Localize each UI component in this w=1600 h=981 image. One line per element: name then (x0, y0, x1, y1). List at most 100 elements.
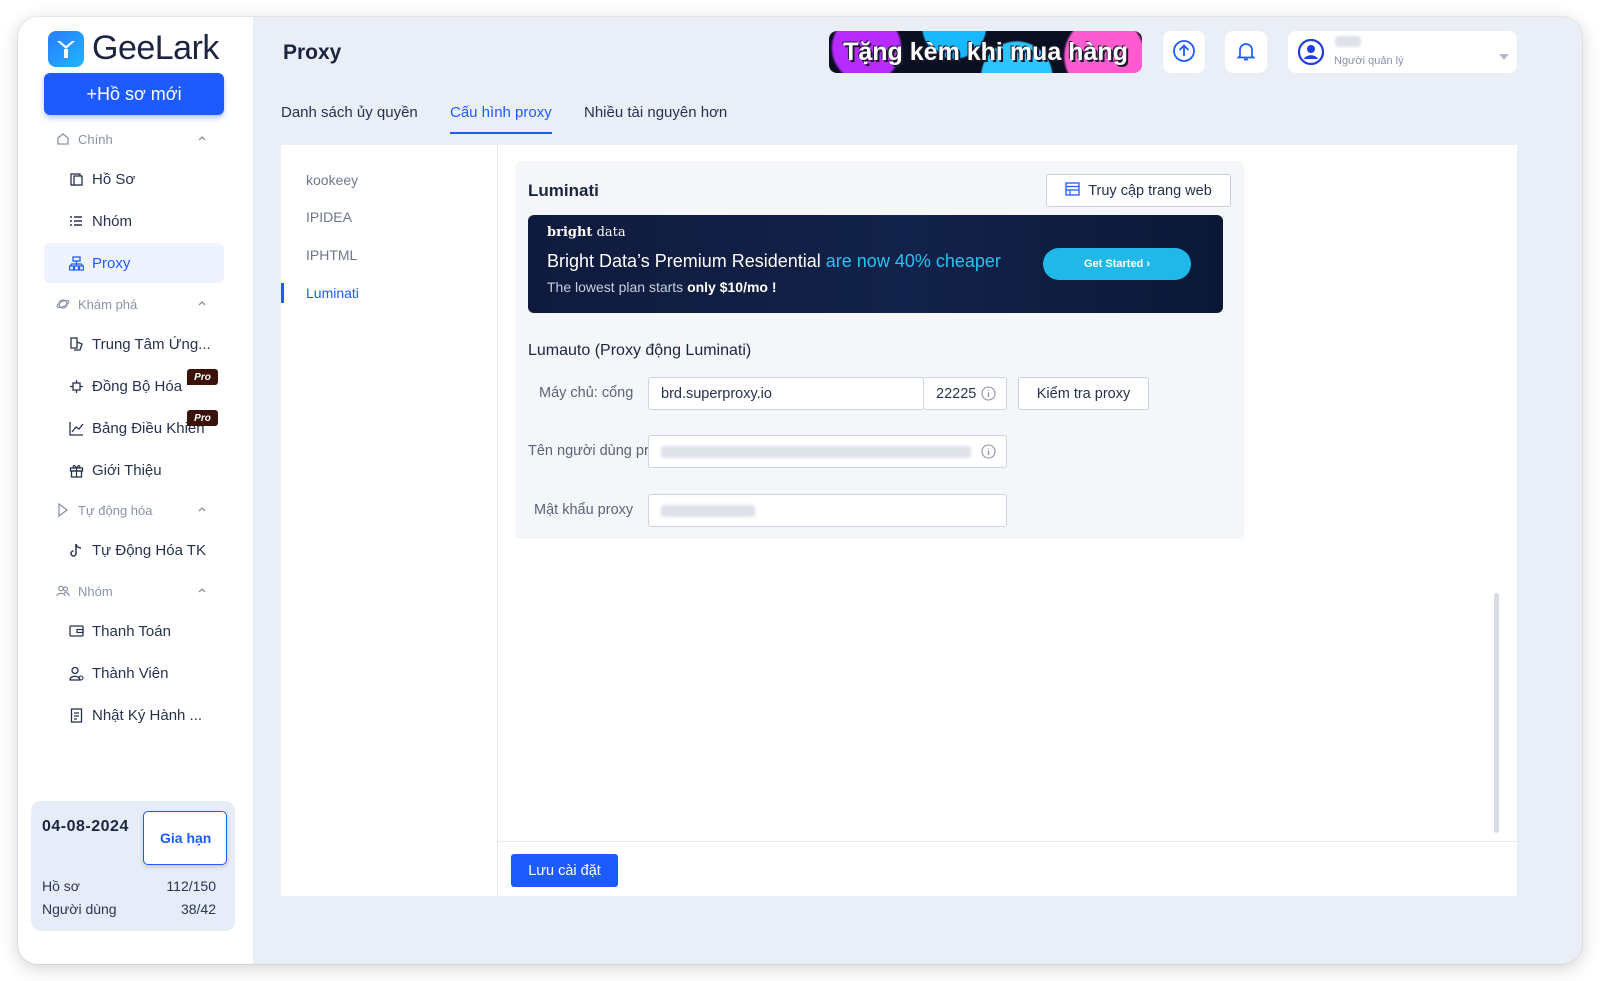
notifications-button[interactable] (1225, 31, 1267, 73)
nav-section-group[interactable]: Nhóm (56, 580, 208, 602)
sidebar-item-profiles[interactable]: Hồ Sơ (44, 159, 224, 199)
provider-list: kookeey IPIDEA IPHTML Luminati (281, 145, 498, 896)
nav-section-automation[interactable]: Tự động hóa (56, 499, 208, 521)
chevron-up-icon (198, 301, 206, 306)
wallet-icon (68, 623, 84, 639)
username-input[interactable] (648, 435, 1007, 468)
profiles-usage-value: 112/150 (166, 878, 216, 894)
page-title: Proxy (283, 41, 342, 64)
sidebar-item-activity-log[interactable]: Nhật Ký Hành ... (44, 695, 224, 735)
password-label: Mật khẩu proxy (534, 502, 634, 518)
sidebar: GeeLark +Hồ sơ mới Chính Hồ Sơ Nhóm Prox… (18, 17, 253, 964)
password-value-blurred (661, 504, 755, 517)
gift-icon (68, 462, 84, 478)
sidebar-item-members[interactable]: Thành Viên (44, 653, 224, 693)
provider-item-luminati[interactable]: Luminati (306, 285, 359, 301)
provider-item-iphtml[interactable]: IPHTML (306, 247, 357, 263)
sidebar-item-referral[interactable]: Giới Thiệu (44, 450, 224, 490)
sidebar-item-billing[interactable]: Thanh Toán (44, 611, 224, 651)
caret-down-icon (1499, 48, 1509, 66)
user-role: Người quản lý (1334, 55, 1404, 67)
nav-section-explore[interactable]: Khám phá (56, 293, 208, 315)
team-icon (56, 584, 70, 598)
profile-card-icon (68, 171, 84, 187)
sidebar-item-label: Nhóm (92, 212, 133, 230)
section-title: Lumauto (Proxy động Luminati) (528, 342, 752, 359)
arrow-up-circle-icon (1172, 39, 1196, 66)
list-icon (68, 213, 84, 229)
users-usage-label: Người dùng (42, 901, 117, 917)
provider-item-kookeey[interactable]: kookeey (306, 172, 358, 188)
content-panel: kookeey IPIDEA IPHTML Luminati Luminati … (281, 145, 1517, 896)
user-menu[interactable]: Người quản lý (1288, 31, 1517, 73)
footer-divider (498, 841, 1517, 842)
nav-section-main[interactable]: Chính (56, 128, 208, 150)
promo-text: Tặng kèm khi mua hàng (843, 37, 1128, 66)
nav-section-label: Chính (78, 131, 113, 147)
tab-authorization-list[interactable]: Danh sách ủy quyền (281, 104, 418, 138)
profiles-usage-label: Hồ sơ (42, 878, 80, 894)
tiktok-icon (68, 542, 84, 558)
app-center-icon (68, 336, 84, 352)
save-settings-button[interactable]: Lưu cài đặt (511, 854, 618, 887)
tab-more-resources[interactable]: Nhiều tài nguyên hơn (584, 104, 727, 138)
nav-section-label: Tự động hóa (78, 502, 153, 518)
bright-data-ad-banner[interactable]: bright data Bright Data’s Premium Reside… (528, 215, 1223, 313)
host-input[interactable]: brd.superproxy.io (648, 377, 924, 410)
info-icon[interactable] (981, 444, 996, 463)
user-icon (68, 665, 84, 681)
sidebar-item-groups[interactable]: Nhóm (44, 201, 224, 241)
sidebar-item-proxy[interactable]: Proxy (44, 243, 224, 283)
ad-headline: Bright Data’s Premium Residential are no… (547, 251, 1001, 271)
sidebar-item-label: Giới Thiệu (92, 461, 162, 479)
nav-section-label: Khám phá (78, 296, 138, 312)
profiles-usage: Hồ sơ 112/150 (42, 878, 216, 894)
expiry-date: 04-08-2024 (42, 818, 129, 835)
document-icon (68, 707, 84, 723)
visit-website-button[interactable]: Truy cập trang web (1046, 174, 1231, 207)
sidebar-item-app-center[interactable]: Trung Tâm Ứng... (44, 324, 224, 364)
automation-icon (56, 503, 70, 517)
active-provider-indicator (281, 283, 284, 303)
new-profile-button[interactable]: +Hồ sơ mới (44, 73, 224, 115)
users-usage-value: 38/42 (180, 901, 216, 917)
sidebar-item-label: Thành Viên (92, 664, 169, 682)
app-name: GeeLark (92, 29, 219, 67)
provider-title: Luminati (528, 181, 599, 200)
get-started-button[interactable]: Get Started › (1043, 248, 1191, 280)
port-value: 22225 (936, 385, 976, 402)
browser-icon (1065, 181, 1080, 200)
network-icon (68, 255, 84, 271)
chart-line-icon (68, 420, 84, 436)
nav-section-label: Nhóm (78, 583, 113, 599)
pro-badge: Pro (187, 369, 218, 385)
logo[interactable]: GeeLark (48, 29, 219, 68)
app-window: GeeLark +Hồ sơ mới Chính Hồ Sơ Nhóm Prox… (18, 17, 1582, 964)
username-value-blurred (661, 445, 971, 458)
geelark-logo-icon (48, 30, 84, 67)
sidebar-item-label: Thanh Toán (92, 622, 171, 640)
sidebar-item-tk-automation[interactable]: Tự Động Hóa TK (44, 530, 224, 570)
check-proxy-button[interactable]: Kiểm tra proxy (1018, 377, 1149, 410)
home-icon (56, 132, 70, 146)
bright-data-logo: bright data (547, 225, 626, 240)
chevron-up-icon (198, 136, 206, 141)
info-icon[interactable] (981, 386, 996, 405)
chevron-up-icon (198, 588, 206, 593)
pro-badge: Pro (187, 410, 218, 426)
password-input[interactable] (648, 494, 1007, 527)
subscription-card: 04-08-2024 Gia hạn Hồ sơ 112/150 Người d… (31, 801, 235, 931)
active-tab-indicator (450, 132, 552, 134)
provider-item-ipidea[interactable]: IPIDEA (306, 209, 352, 225)
host-value: brd.superproxy.io (661, 385, 772, 402)
sidebar-item-label: Proxy (92, 254, 131, 272)
user-name-blurred (1335, 36, 1361, 47)
provider-config-card: Luminati Truy cập trang web bright data … (515, 161, 1244, 539)
renew-button[interactable]: Gia hạn (143, 811, 227, 865)
ad-subtext: The lowest plan starts only $10/mo ! (547, 279, 777, 295)
host-port-label: Máy chủ: cổng (539, 385, 634, 401)
promo-banner[interactable]: Tặng kèm khi mua hàng (829, 31, 1142, 73)
upload-button[interactable] (1163, 31, 1205, 73)
scrollbar[interactable] (1494, 593, 1499, 833)
port-input[interactable]: 22225 (923, 377, 1007, 410)
